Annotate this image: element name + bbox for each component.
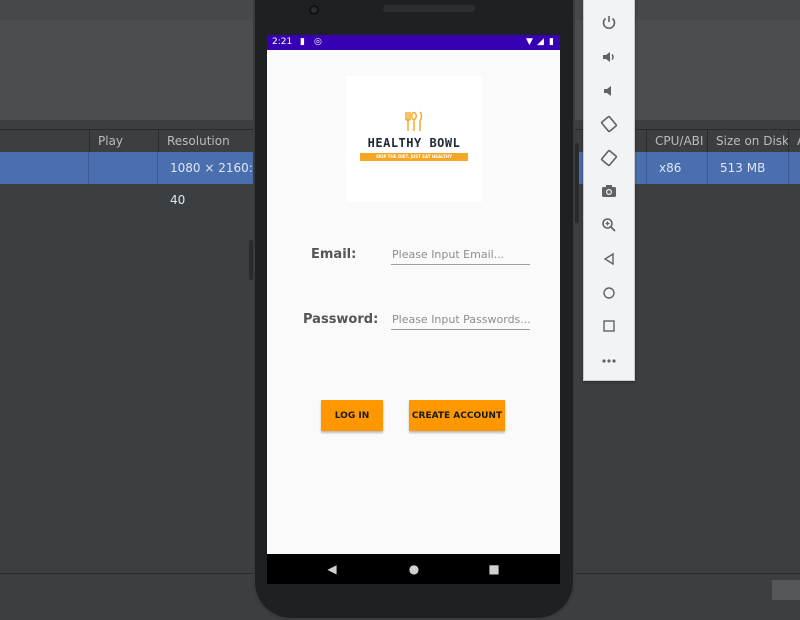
row-cell-empty [0,152,88,184]
column-resolution[interactable]: Resolution [158,130,257,152]
camera-icon[interactable] [594,178,624,204]
rotate-left-icon[interactable] [594,111,624,137]
status-bar: 2:21 ▮ ◎ ▼ ◢ ▮ [267,35,560,50]
phone-screen: 2:21 ▮ ◎ ▼ ◢ ▮ HEALTHY BOWL SKIP THE DIE… [267,35,560,554]
earpiece-speaker [383,5,475,12]
more-icon[interactable] [594,346,624,372]
back-icon[interactable] [594,246,624,272]
nav-home-icon[interactable]: ● [404,554,424,584]
password-field[interactable] [391,309,530,330]
volume-rocker [575,143,579,223]
row-cell-size: 513 MB [707,152,790,184]
create-account-button[interactable]: CREATE ACCOUNT [409,400,505,431]
row-cell-cpu: x86 [646,152,709,184]
password-label: Password: [303,312,379,327]
column-size-on-disk[interactable]: Size on Disk [707,130,790,152]
app-logo: HEALTHY BOWL SKIP THE DIET. JUST EAT HEA… [346,76,482,202]
row-cell-play-store [88,152,157,184]
home-icon[interactable] [594,280,624,306]
front-camera [309,5,319,15]
volume-up-icon[interactable] [594,44,624,70]
android-nav-bar: ◀ ● ■ [267,554,560,584]
overview-icon[interactable] [594,313,624,339]
power-icon[interactable] [594,10,624,36]
email-field[interactable] [391,244,530,265]
row-cell-extra [788,152,800,184]
column-cpu-abi[interactable]: CPU/ABI [646,130,709,152]
column-a[interactable]: A [788,130,800,152]
email-label: Email: [311,247,357,262]
utensils-icon [346,110,482,137]
column-play-store[interactable]: Play Store [89,130,158,170]
power-button [249,240,253,280]
login-button[interactable]: LOG IN [321,400,383,431]
nav-back-icon[interactable]: ◀ [322,554,342,584]
nav-overview-icon[interactable]: ■ [484,554,504,584]
wifi-icon: ▼ [526,37,533,47]
volume-down-icon[interactable] [594,78,624,104]
status-time: 2:21 [272,37,293,47]
logo-title: HEALTHY BOWL [367,136,461,150]
rotate-right-icon[interactable] [594,145,624,171]
battery-icon: ▮ [549,37,554,47]
sync-icon: ◎ [314,37,322,47]
ide-bottom-button[interactable] [772,580,800,600]
row-cell-resolution: 1080 × 2160: 40 [157,152,266,207]
emulator-toolbar [583,0,635,381]
logo-tagline: SKIP THE DIET. JUST EAT HEALTHY [360,153,468,161]
zoom-icon[interactable] [594,212,624,238]
sd-card-icon: ▮ [300,37,305,47]
signal-icon: ◢ [537,37,544,47]
